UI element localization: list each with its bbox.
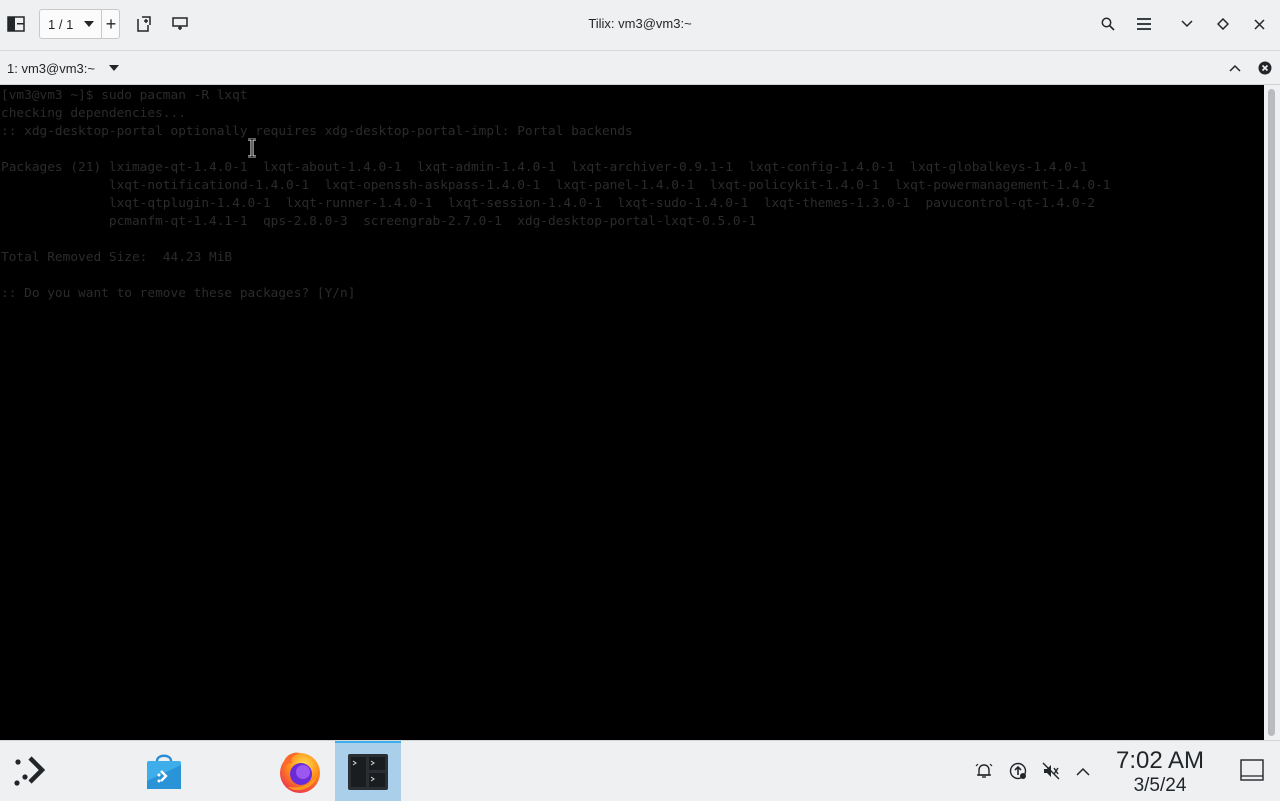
terminal-scrollbar[interactable]	[1264, 85, 1280, 740]
clock-time: 7:02 AM	[1115, 747, 1205, 774]
close-icon[interactable]	[1249, 8, 1269, 40]
show-desktop-icon[interactable]	[1240, 758, 1264, 782]
update-notifier-icon[interactable]	[1008, 761, 1028, 781]
divider	[101, 10, 102, 38]
terminal-line: lxqt-notificationd-1.4.0-1 lxqt-openssh-…	[1, 178, 1111, 193]
terminal-line: lxqt-qtplugin-1.4.0-1 lxqt-runner-1.4.0-…	[1, 196, 1096, 211]
session-switcher[interactable]: 1 / 1 +	[39, 9, 120, 39]
tray-expand-chevron-icon[interactable]	[1073, 761, 1093, 781]
terminal-line: Packages (21) lximage-qt-1.4.0-1 lxqt-ab…	[1, 160, 1088, 175]
search-icon[interactable]	[1098, 8, 1118, 40]
terminal-text: [vm3@vm3 ~]$ sudo pacman -R lxqt checkin…	[1, 87, 1110, 303]
add-terminal-down-icon[interactable]	[170, 8, 190, 40]
sidebar-toggle-icon[interactable]	[4, 8, 28, 40]
firefox-icon[interactable]	[270, 741, 330, 801]
terminal-line: Total Removed Size: 44.23 MiB	[1, 250, 233, 265]
chevron-down-icon[interactable]	[82, 16, 96, 32]
volume-muted-icon[interactable]	[1041, 761, 1061, 781]
text-cursor-icon	[246, 137, 258, 159]
maximize-icon[interactable]	[1213, 8, 1233, 40]
terminal-title[interactable]: 1: vm3@vm3:~	[7, 61, 95, 76]
add-terminal-right-icon[interactable]	[134, 8, 154, 40]
terminal-line: [vm3@vm3 ~]$ sudo pacman -R lxqt	[1, 88, 248, 103]
maximize-terminal-icon[interactable]	[1226, 59, 1244, 77]
digital-clock[interactable]: 7:02 AM 3/5/24	[1100, 747, 1220, 797]
close-terminal-icon[interactable]	[1256, 59, 1274, 77]
discover-store-icon[interactable]	[138, 741, 190, 801]
terminal-line: pcmanfm-qt-1.4.1-1 qps-2.8.0-3 screengra…	[1, 214, 757, 229]
application-launcher-icon[interactable]	[0, 741, 58, 801]
tilix-icon	[348, 754, 388, 790]
terminal-line: :: Do you want to remove these packages?…	[1, 286, 356, 301]
session-count: 1 / 1	[48, 17, 74, 32]
notification-bell-icon[interactable]	[974, 761, 994, 781]
taskbar: 7:02 AM 3/5/24	[0, 740, 1280, 801]
scrollbar-thumb[interactable]	[1268, 89, 1275, 736]
terminal-menu-chevron-icon[interactable]	[107, 60, 121, 76]
add-session-button[interactable]: +	[103, 14, 119, 34]
minimize-icon[interactable]	[1177, 8, 1197, 40]
terminal-output[interactable]: [vm3@vm3 ~]$ sudo pacman -R lxqt checkin…	[0, 85, 1264, 740]
clock-date: 3/5/24	[1133, 775, 1187, 796]
window-title: Tilix: vm3@vm3:~	[588, 16, 692, 31]
terminal-line: :: xdg-desktop-portal optionally require…	[1, 124, 633, 139]
terminal-line: checking dependencies...	[1, 106, 186, 121]
terminal-header: 1: vm3@vm3:~	[0, 51, 1280, 85]
window-titlebar: 1 / 1 + Tilix: vm3@vm3:~	[0, 0, 1280, 51]
hamburger-menu-icon[interactable]	[1134, 8, 1154, 40]
tilix-taskbar-item[interactable]	[335, 741, 401, 801]
